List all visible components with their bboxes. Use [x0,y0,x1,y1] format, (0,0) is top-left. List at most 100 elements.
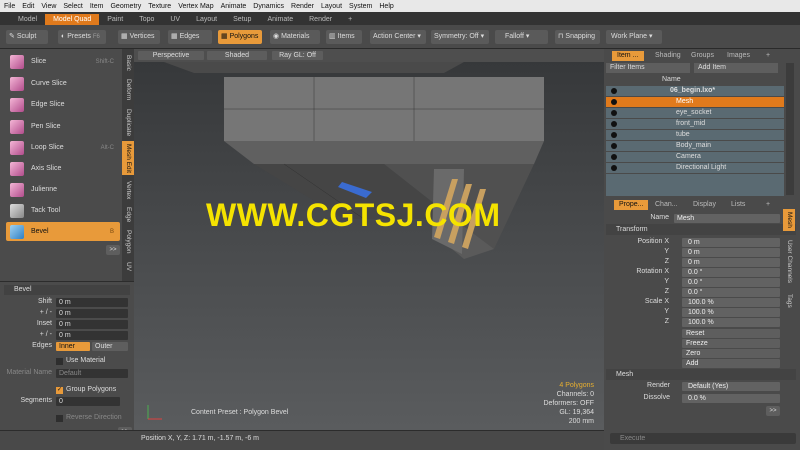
tab-images[interactable]: Images [722,51,758,61]
item-list-scrollbar[interactable] [786,63,794,195]
tab-layout[interactable]: Layout [188,14,225,25]
eye-icon[interactable] [611,110,617,116]
scale-x-field[interactable]: 100.0 % [682,298,780,307]
tab-vertex[interactable]: Vertex [122,177,134,203]
material-name-dropdown[interactable]: Default [56,369,128,378]
side-tab-user-channels[interactable]: User Channels [783,233,795,289]
slice-tool-button[interactable]: Slice Shift-C [6,52,120,71]
filter-items-dropdown[interactable]: Filter Items [606,63,690,73]
tab-mesh-edit[interactable]: Mesh Edit [122,141,134,175]
tab-edge[interactable]: Edge [122,205,134,225]
symmetry-dropdown[interactable]: Symmetry: Off ▾ [431,30,489,44]
menu-geometry[interactable]: Geometry [110,3,141,10]
eye-icon[interactable] [611,99,617,105]
tab-uv[interactable]: UV [122,259,134,275]
menu-file[interactable]: File [4,3,15,10]
mesh-section-header[interactable]: Mesh [606,369,796,380]
menu-render[interactable]: Render [291,3,314,10]
list-item[interactable]: eye_socket [606,108,784,118]
polygons-button[interactable]: ▦ Polygons [218,30,262,44]
tab-shading[interactable]: Shading [650,51,688,61]
pen-slice-tool-button[interactable]: Pen Slice [6,117,120,136]
tab-uv[interactable]: UV [162,14,188,25]
falloff-dropdown[interactable]: Falloff ▾ [495,30,548,44]
tab-polygon[interactable]: Polygon [122,227,134,257]
menu-layout[interactable]: Layout [321,3,342,10]
side-tab-tags[interactable]: Tags [783,291,795,311]
zero-dropdown[interactable]: Zero [682,349,780,358]
position-x-field[interactable]: 0 m [682,238,780,247]
render-dropdown[interactable]: Default (Yes) [682,382,780,391]
presets-button[interactable]: ◐ Presets F6 [58,30,106,44]
reverse-direction-checkbox[interactable] [56,415,63,422]
menu-select[interactable]: Select [63,3,82,10]
rotation-x-field[interactable]: 0.0 ° [682,268,780,277]
properties-more-button[interactable]: >> [766,406,780,416]
eye-icon[interactable] [611,143,617,149]
freeze-dropdown[interactable]: Freeze [682,339,780,348]
menu-dynamics[interactable]: Dynamics [253,3,284,10]
add-dropdown[interactable]: Add [682,359,780,368]
group-polygons-checkbox[interactable]: ✓ [56,387,63,394]
tab-groups[interactable]: Groups [686,51,722,61]
tab-channels[interactable]: Chan... [650,200,690,210]
more-tools-button[interactable]: >> [106,245,120,255]
snapping-button[interactable]: ⊓ Snapping [555,30,600,44]
list-item[interactable]: Directional Light [606,163,784,173]
transform-section-header[interactable]: Transform [606,224,796,235]
eye-icon[interactable] [611,88,617,94]
menu-vertex-map[interactable]: Vertex Map [178,3,213,10]
list-item[interactable]: Camera [606,152,784,162]
julienne-tool-button[interactable]: Julienne [6,180,120,199]
position-y-field[interactable]: 0 m [682,248,780,257]
sculpt-button[interactable]: ✎ Sculpt [6,30,48,44]
bevel-tool-button[interactable]: Bevel B [6,222,120,241]
vertices-button[interactable]: ▦ Vertices [118,30,160,44]
tab-render[interactable]: Render [301,14,340,25]
shading-dropdown[interactable]: Shaded [207,51,267,60]
raygl-dropdown[interactable]: Ray GL: Off [272,51,323,60]
menu-view[interactable]: View [41,3,56,10]
use-material-checkbox[interactable] [56,358,63,365]
tab-lists[interactable]: Lists [726,200,756,210]
add-properties-tab[interactable]: + [761,200,775,210]
work-plane-dropdown[interactable]: Work Plane ▾ [606,30,662,44]
rotation-z-field[interactable]: 0.0 ° [682,288,780,297]
tab-animate[interactable]: Animate [259,14,301,25]
edges-outer-toggle[interactable]: Outer [92,342,128,351]
tab-topo[interactable]: Topo [131,14,162,25]
tab-setup[interactable]: Setup [225,14,259,25]
reset-dropdown[interactable]: Reset [682,329,780,338]
scale-y-field[interactable]: 100.0 % [682,308,780,317]
menu-animate[interactable]: Animate [221,3,247,10]
list-item[interactable]: Body_main [606,141,784,151]
eye-icon[interactable] [611,132,617,138]
scale-z-field[interactable]: 100.0 % [682,318,780,327]
edges-button[interactable]: ▦ Edges [168,30,212,44]
position-z-field[interactable]: 0 m [682,258,780,267]
tab-display[interactable]: Display [688,200,726,210]
segments-field[interactable]: 0 [56,397,120,406]
add-tab-button[interactable]: + [340,14,360,25]
materials-button[interactable]: ◉ Materials [270,30,320,44]
item-name-field[interactable]: Mesh [674,214,780,223]
inset-random-field[interactable]: 0 m [56,331,128,340]
menu-texture[interactable]: Texture [148,3,171,10]
tab-model[interactable]: Model [10,14,45,25]
list-item[interactable]: Mesh [606,97,784,107]
inset-field[interactable]: 0 m [56,320,128,329]
menu-item[interactable]: Item [90,3,104,10]
tab-deform[interactable]: Deform [122,76,134,104]
shift-field[interactable]: 0 m [56,298,128,307]
3d-viewport[interactable]: Perspective Shaded Ray GL: Off WWW.CGTSJ… [134,49,604,430]
items-button[interactable]: ▥ Items [326,30,362,44]
tab-item-list[interactable]: Item ... [612,51,644,61]
axis-slice-tool-button[interactable]: Axis Slice [6,159,120,178]
list-item[interactable]: tube [606,130,784,140]
curve-slice-tool-button[interactable]: Curve Slice [6,74,120,93]
list-item[interactable]: front_mid [606,119,784,129]
item-list-empty-area[interactable] [606,174,784,196]
loop-slice-tool-button[interactable]: Loop Slice Alt-C [6,138,120,157]
eye-icon[interactable] [611,121,617,127]
eye-icon[interactable] [611,165,617,171]
